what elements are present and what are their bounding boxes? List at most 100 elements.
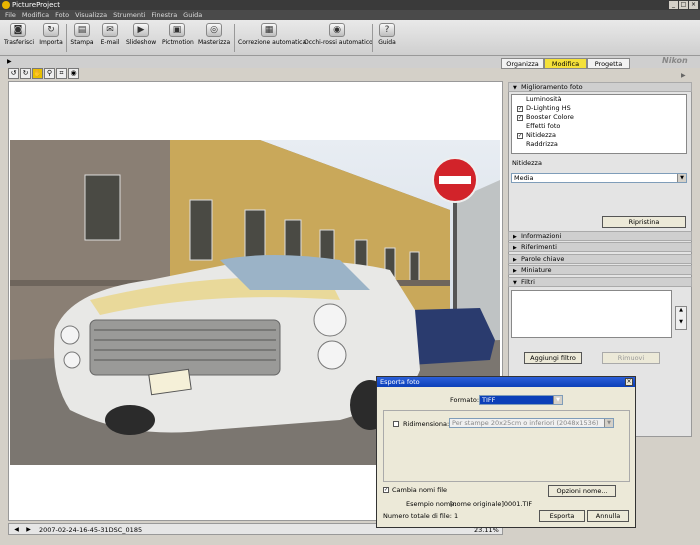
checkbox[interactable]: ✓ (517, 105, 523, 112)
maximize-button[interactable]: □ (679, 1, 688, 9)
chevron-down-icon: ▼ (604, 419, 613, 427)
cancel-button[interactable]: Annulla (587, 510, 629, 522)
menu-file[interactable]: File (3, 10, 20, 20)
minimize-button[interactable]: _ (669, 1, 678, 9)
prev-photo-icon[interactable]: ◀ (12, 525, 21, 534)
tab-organizza[interactable]: Organizza (501, 58, 544, 69)
rename-checkbox[interactable]: ✓ (383, 487, 389, 493)
checkbox[interactable]: ✓ (517, 114, 523, 121)
menu-strumenti[interactable]: Strumenti (111, 10, 149, 20)
section-riferimenti[interactable]: ▶ Riferimenti (508, 242, 692, 252)
toolbar-separator (66, 24, 67, 52)
toolbar-separator (234, 24, 235, 52)
chevron-down-icon: ▼ (553, 396, 562, 404)
next-photo-icon[interactable]: ▶ (24, 525, 33, 534)
menu-finestra[interactable]: Finestra (149, 10, 181, 20)
sharpness-select[interactable]: Media ▼ (511, 173, 687, 183)
list-item[interactable]: ✓ Booster Colore (517, 113, 686, 122)
name-options-button[interactable]: Opzioni nome... (548, 485, 616, 497)
guida-button[interactable]: ? Guida (376, 22, 398, 54)
toolbar-separator (372, 24, 373, 52)
menu-foto[interactable]: Foto (53, 10, 73, 20)
pictmotion-icon: ▣ (169, 23, 185, 37)
auto-correct-icon: ▦ (261, 23, 277, 37)
section-miglioramento-foto[interactable]: ▼ Miglioramento foto (508, 82, 692, 92)
hand-tool-icon[interactable]: ✋ (32, 68, 43, 79)
zoom-tool-icon[interactable]: ⚲ (44, 68, 55, 79)
trasferisci-button[interactable]: ◙ Trasferisci (4, 22, 34, 54)
mode-tabs: Organizza Modifica Progetta (501, 58, 630, 69)
tab-progetta[interactable]: Progetta (587, 58, 630, 69)
example-name-label: Esempio nome: (406, 500, 457, 508)
section-parole-chiave[interactable]: ▶ Parole chiave (508, 254, 692, 264)
slideshow-icon: ▶ (133, 23, 149, 37)
collapse-icon: ▼ (513, 280, 517, 286)
brand-logo: Nikon (662, 56, 688, 65)
email-button[interactable]: ✉ E-mail (98, 22, 122, 54)
rename-label: Cambia nomi file (392, 486, 448, 494)
filter-order-spinner[interactable]: ▲ ▼ (675, 306, 687, 330)
menu-guida[interactable]: Guida (181, 10, 206, 20)
dialog-title: Esporta foto × (377, 377, 635, 387)
checkbox[interactable]: ✓ (517, 132, 523, 139)
eye-tool-icon[interactable]: ◉ (68, 68, 79, 79)
sharpness-label: Nitidezza (512, 159, 542, 167)
enhancement-list: Luminosità ✓ D-Lighting HS ✓ Booster Color… (511, 94, 687, 154)
help-icon: ? (379, 23, 395, 37)
reset-button[interactable]: Ripristina (602, 216, 686, 228)
image-tools: ↺ ↻ ✋ ⚲ ⌗ ◉ (8, 68, 79, 80)
section-informazioni[interactable]: ▶ Informazioni (508, 231, 692, 241)
red-eye-icon: ◉ (329, 23, 345, 37)
expand-icon: ▶ (513, 245, 517, 251)
pictmotion-button[interactable]: ▣ Pictmotion (162, 22, 194, 54)
main-toolbar: ◙ Trasferisci ↻ Importa ▤ Stampa ✉ E-mai… (0, 20, 700, 56)
list-item[interactable]: ✓ D-Lighting HS (517, 104, 686, 113)
menu-modifica[interactable]: Modifica (20, 10, 53, 20)
list-item[interactable]: Effetti foto (517, 122, 686, 131)
photo-filename: 2007-02-24-16-45-31DSC_0185 (39, 526, 143, 534)
printer-icon: ▤ (74, 23, 90, 37)
format-label: Formato: (450, 396, 480, 404)
tab-modifica[interactable]: Modifica (544, 58, 587, 69)
add-filter-button[interactable]: Aggiungi filtro (524, 352, 582, 364)
stampa-button[interactable]: ▤ Stampa (70, 22, 94, 54)
remove-filter-button[interactable]: Rimuovi (602, 352, 660, 364)
export-button[interactable]: Esporta (539, 510, 585, 522)
expand-arrow-icon[interactable]: ▶ (7, 58, 12, 65)
collapse-icon: ▼ (513, 85, 517, 91)
camera-icon: ◙ (10, 23, 26, 37)
list-item[interactable]: Raddrizza (517, 140, 686, 149)
rotate-right-icon[interactable]: ↻ (20, 68, 31, 79)
close-button[interactable]: × (689, 1, 698, 9)
masterizza-button[interactable]: ◎ Masterizza (198, 22, 230, 54)
filter-list[interactable] (511, 290, 672, 338)
burn-disc-icon: ◎ (206, 23, 222, 37)
resize-label: Ridimensiona: (403, 420, 450, 428)
resize-select[interactable]: Per stampe 20x25cm o inferiori (2048x153… (449, 418, 614, 428)
expand-icon: ▶ (513, 234, 517, 240)
title-bar: PictureProject _ □ × (0, 0, 700, 10)
expand-icon: ▶ (513, 268, 517, 274)
crop-tool-icon[interactable]: ⌗ (56, 68, 67, 79)
expand-icon: ▶ (513, 257, 517, 263)
app-icon (2, 1, 10, 9)
section-filtri[interactable]: ▼ Filtri (508, 277, 692, 287)
email-icon: ✉ (102, 23, 118, 37)
list-item[interactable]: ✓ Nitidezza (517, 131, 686, 140)
chevron-down-icon: ▼ (677, 174, 686, 182)
panel-toggle-icon[interactable]: ▶ (681, 72, 686, 79)
resize-checkbox[interactable] (393, 421, 399, 427)
format-select[interactable]: TIFF ▼ (479, 395, 563, 405)
importa-button[interactable]: ↻ Importa (38, 22, 64, 54)
rotate-left-icon[interactable]: ↺ (8, 68, 19, 79)
list-item[interactable]: Luminosità (517, 95, 686, 104)
menu-visualizza[interactable]: Visualizza (73, 10, 111, 20)
menu-bar: File Modifica Foto Visualizza Strumenti … (0, 10, 700, 20)
auto-correct-button[interactable]: ▦ Correzione automatica (238, 22, 306, 54)
section-miniature[interactable]: ▶ Miniature (508, 265, 692, 275)
red-eye-button[interactable]: ◉ Occhi-rossi automatico (304, 22, 373, 54)
slideshow-button[interactable]: ▶ Slideshow (126, 22, 156, 54)
window-title: PictureProject (12, 1, 61, 9)
example-name-value: [nome originale]0001.TIF (450, 500, 533, 508)
close-icon[interactable]: × (625, 378, 633, 386)
